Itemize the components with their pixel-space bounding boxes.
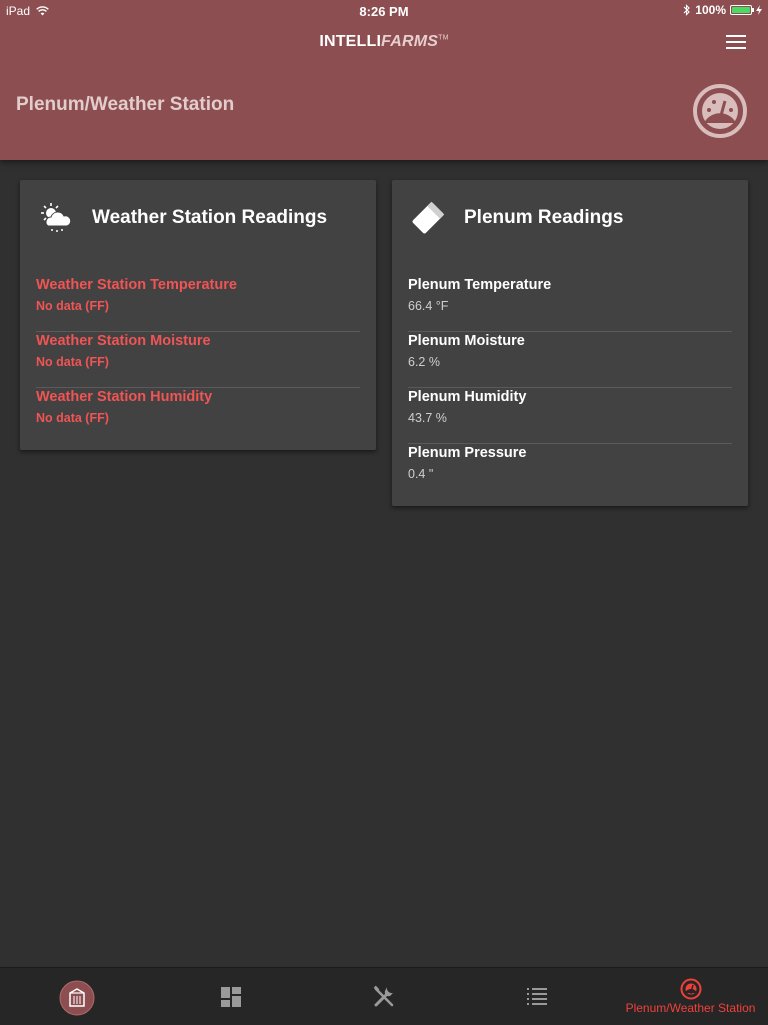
weather-card-header: Weather Station Readings: [20, 180, 376, 256]
tab-list[interactable]: [460, 968, 613, 1025]
bottom-tab-bar: Plenum/Weather Station: [0, 967, 768, 1025]
app-header: iPad 8:26 PM 100% INTELLIFARMSTM Plenum/…: [0, 0, 768, 160]
weather-temperature-row: Weather Station Temperature No data (FF): [36, 276, 360, 332]
plenum-card-header: Plenum Readings: [392, 180, 748, 256]
reading-label: Plenum Pressure: [408, 445, 527, 461]
plenum-card: Plenum Readings Plenum Temperature 66.4 …: [392, 180, 748, 506]
plenum-moisture-row: Plenum Moisture 6.2 %: [408, 332, 732, 388]
battery-icon: [730, 5, 754, 15]
bluetooth-icon: [683, 4, 691, 16]
battery-percent: 100%: [695, 3, 726, 17]
tools-icon: [373, 985, 393, 1007]
reading-value: 6.2 %: [408, 355, 440, 369]
gauge-icon: [693, 84, 747, 138]
weather-cloud-sun-icon: [41, 203, 72, 232]
reading-value: No data (FF): [36, 411, 109, 425]
reading-value: 0.4 ": [408, 467, 434, 481]
reading-value: 66.4 °F: [408, 299, 449, 313]
bin-logo-icon: [59, 980, 95, 1016]
page-title: Plenum/Weather Station: [16, 94, 235, 115]
gauge-icon: [680, 978, 701, 1000]
tab-label: Plenum/Weather Station: [625, 1001, 756, 1015]
plenum-pressure-row: Plenum Pressure 0.4 ": [408, 444, 732, 500]
plenum-duct-icon: [412, 201, 445, 234]
reading-value: No data (FF): [36, 299, 109, 313]
reading-label: Plenum Humidity: [408, 389, 527, 405]
reading-value: No data (FF): [36, 355, 109, 369]
plenum-temperature-row: Plenum Temperature 66.4 °F: [408, 276, 732, 332]
reading-label: Weather Station Moisture: [36, 333, 211, 349]
tab-bin[interactable]: [0, 968, 154, 1025]
plenum-readings-list: Plenum Temperature 66.4 °F Plenum Moistu…: [408, 276, 732, 500]
list-icon: [526, 988, 547, 1005]
charging-icon: [756, 5, 762, 15]
status-time: 8:26 PM: [359, 4, 409, 19]
reading-label: Plenum Temperature: [408, 277, 552, 293]
reading-value: 43.7 %: [408, 411, 447, 425]
tab-plenum-weather-station[interactable]: Plenum/Weather Station: [613, 968, 768, 1025]
plenum-humidity-row: Plenum Humidity 43.7 %: [408, 388, 732, 444]
plenum-card-title: Plenum Readings: [464, 207, 624, 228]
brand-logo: INTELLIFARMSTM: [319, 33, 449, 50]
weather-station-card: Weather Station Readings Weather Station…: [20, 180, 376, 450]
weather-moisture-row: Weather Station Moisture No data (FF): [36, 332, 360, 388]
dashboard-icon: [220, 987, 241, 1007]
tab-dashboard[interactable]: [154, 968, 307, 1025]
weather-card-title: Weather Station Readings: [92, 207, 328, 228]
tab-tools[interactable]: [307, 968, 460, 1025]
reading-label: Plenum Moisture: [408, 333, 525, 349]
reading-label: Weather Station Humidity: [36, 389, 213, 405]
reading-label: Weather Station Temperature: [36, 277, 237, 293]
status-bar: iPad 8:26 PM 100%: [0, 0, 768, 22]
weather-readings-list: Weather Station Temperature No data (FF)…: [36, 276, 360, 444]
hamburger-menu-icon[interactable]: [726, 35, 746, 49]
weather-humidity-row: Weather Station Humidity No data (FF): [36, 388, 360, 444]
